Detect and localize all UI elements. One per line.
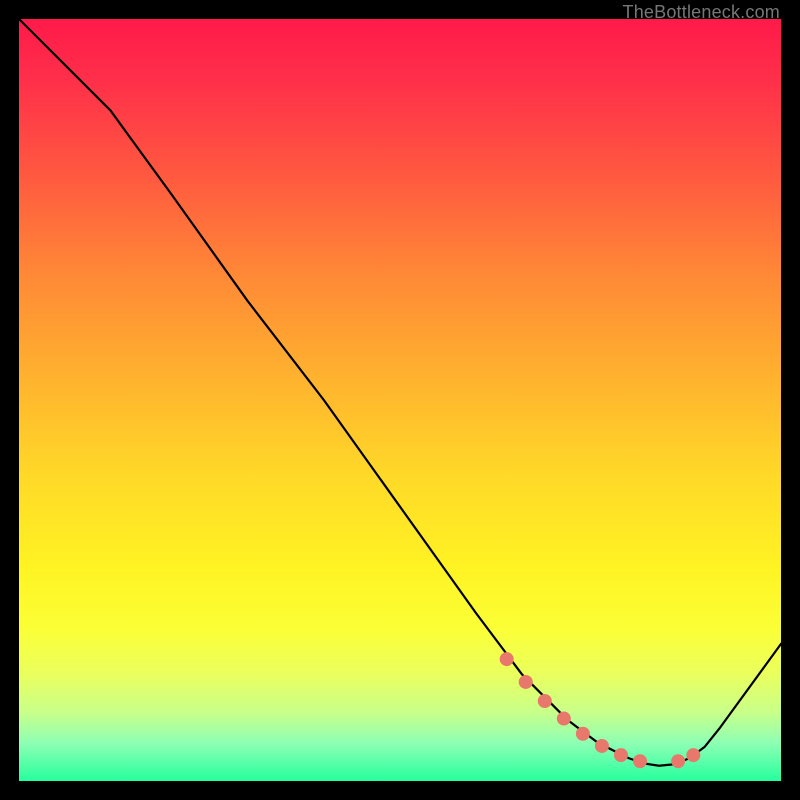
chart-marker <box>672 755 685 768</box>
chart-svg <box>19 19 781 781</box>
chart-marker <box>557 712 570 725</box>
chart-marker <box>687 749 700 762</box>
chart-marker <box>614 749 627 762</box>
chart-stage: TheBottleneck.com <box>0 0 800 800</box>
chart-marker <box>500 653 513 666</box>
chart-line <box>19 19 781 766</box>
chart-marker <box>538 694 551 707</box>
chart-marker <box>634 755 647 768</box>
chart-marker <box>576 727 589 740</box>
chart-marker <box>519 675 532 688</box>
attribution-label: TheBottleneck.com <box>623 2 780 23</box>
chart-plot-area <box>19 19 781 781</box>
chart-marker <box>595 739 608 752</box>
